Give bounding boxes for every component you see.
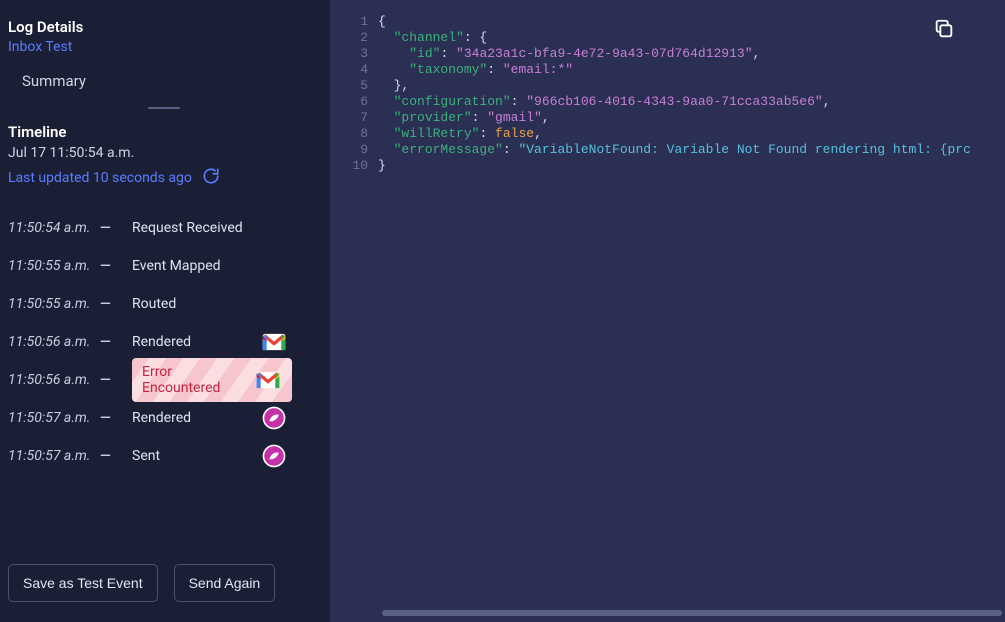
event-label: Routed <box>132 296 176 312</box>
code-block[interactable]: 12345678910 { "channel": { "id": "34a23a… <box>330 14 1005 174</box>
timeline-event[interactable]: 11:50:55 a.m. — Event Mapped <box>8 247 322 285</box>
event-dash: — <box>100 296 132 312</box>
timeline-event[interactable]: 11:50:57 a.m. — Rendered <box>8 399 322 437</box>
page-subtitle[interactable]: Inbox Test <box>8 39 322 55</box>
event-time: 11:50:55 a.m. <box>8 258 100 274</box>
timeline-event[interactable]: 11:50:55 a.m. — Routed <box>8 285 322 323</box>
timeline-events: 11:50:54 a.m. — Request Received 11:50:5… <box>8 209 322 475</box>
event-time: 11:50:56 a.m. <box>8 334 100 350</box>
divider <box>148 107 180 109</box>
timeline-event[interactable]: 11:50:56 a.m. — Rendered <box>8 323 322 361</box>
event-dash: — <box>100 410 132 426</box>
last-updated-text: Last updated 10 seconds ago <box>8 170 192 186</box>
refresh-icon[interactable] <box>202 167 220 189</box>
event-time: 11:50:54 a.m. <box>8 220 100 236</box>
gmail-icon <box>255 365 282 395</box>
event-time: 11:50:56 a.m. <box>8 372 100 388</box>
timeline-event[interactable]: 11:50:54 a.m. — Request Received <box>8 209 322 247</box>
timeline-event-error[interactable]: 11:50:56 a.m. — Error Encountered <box>8 361 322 399</box>
copy-icon[interactable] <box>933 18 955 45</box>
pigeon-icon <box>260 404 288 432</box>
event-time: 11:50:57 a.m. <box>8 448 100 464</box>
line-gutter: 12345678910 <box>330 14 378 174</box>
page-title: Log Details <box>8 18 322 36</box>
event-label: Sent <box>132 448 160 464</box>
save-test-button[interactable]: Save as Test Event <box>8 564 158 602</box>
last-updated: Last updated 10 seconds ago <box>8 167 322 189</box>
event-time: 11:50:57 a.m. <box>8 410 100 426</box>
action-bar: Save as Test Event Send Again <box>8 564 275 602</box>
error-pill: Error Encountered <box>132 358 292 402</box>
event-label: Rendered <box>132 334 191 350</box>
event-dash: — <box>100 258 132 274</box>
code-panel: 12345678910 { "channel": { "id": "34a23a… <box>330 0 1005 622</box>
event-label: Rendered <box>132 410 191 426</box>
event-dash: — <box>100 334 132 350</box>
event-dash: — <box>100 448 132 464</box>
left-panel: Log Details Inbox Test Summary Timeline … <box>0 0 330 622</box>
timeline-header: Timeline <box>8 123 322 141</box>
event-label: Request Received <box>132 220 243 236</box>
event-label: Event Mapped <box>132 258 221 274</box>
event-dash: — <box>100 372 132 388</box>
horizontal-scrollbar[interactable] <box>380 610 965 616</box>
gmail-icon <box>260 328 288 356</box>
send-again-button[interactable]: Send Again <box>174 564 276 602</box>
event-time: 11:50:55 a.m. <box>8 296 100 312</box>
timeline-date: Jul 17 11:50:54 a.m. <box>8 145 322 161</box>
pigeon-icon <box>260 442 288 470</box>
event-dash: — <box>100 220 132 236</box>
timeline-event[interactable]: 11:50:57 a.m. — Sent <box>8 437 322 475</box>
code-content: { "channel": { "id": "34a23a1c-bfa9-4e72… <box>378 14 1005 174</box>
event-label: Error Encountered <box>142 364 245 396</box>
summary-tab[interactable]: Summary <box>8 72 322 90</box>
